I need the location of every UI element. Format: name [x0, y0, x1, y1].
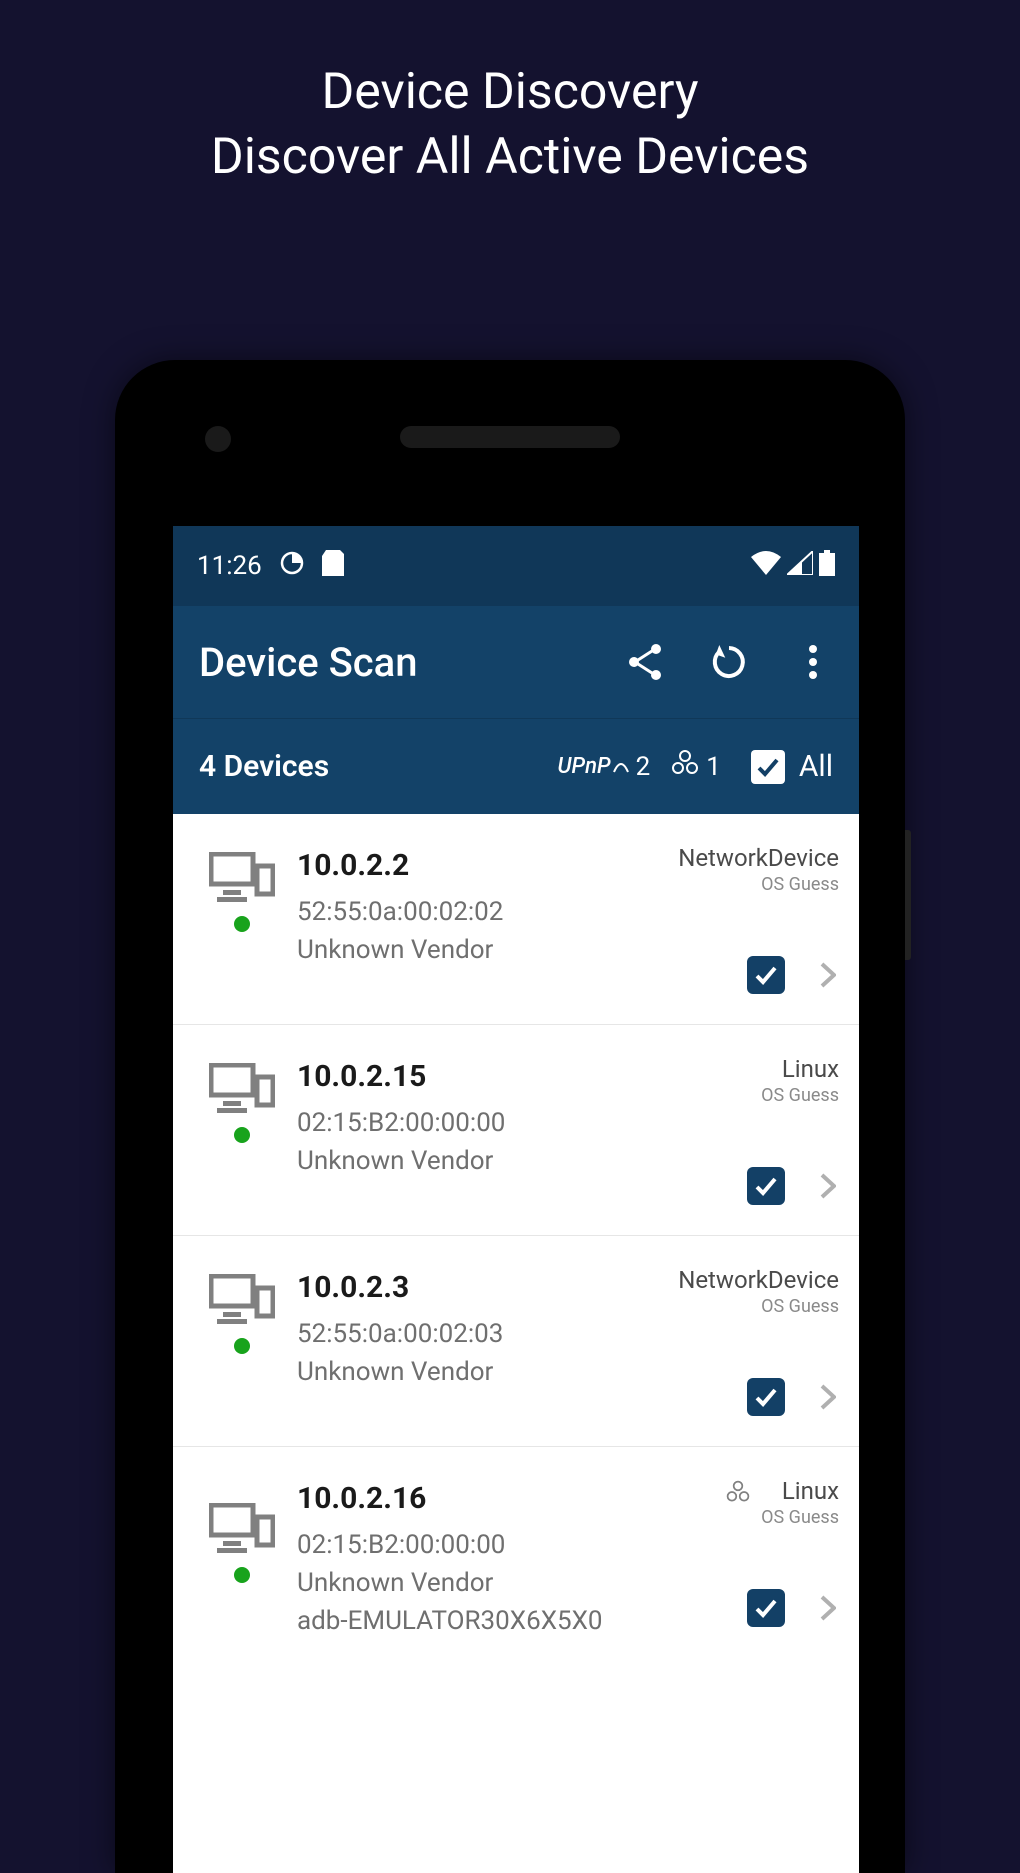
phone-speaker — [400, 426, 620, 448]
bonjour-filter[interactable]: 1 — [670, 748, 721, 785]
device-vendor: Unknown Vendor — [297, 935, 678, 965]
device-vendor: Unknown Vendor — [297, 1146, 747, 1176]
devices-icon — [209, 852, 275, 906]
share-button[interactable] — [625, 642, 665, 682]
check-icon — [752, 961, 780, 989]
device-count-label: 4 Devices — [199, 749, 557, 784]
device-list: 10.0.2.2 52:55:0a:00:02:02 Unknown Vendo… — [173, 814, 859, 1666]
chevron-right-icon[interactable] — [817, 1175, 839, 1197]
device-checkbox[interactable] — [747, 1167, 785, 1205]
devices-icon — [209, 1063, 275, 1117]
devices-icon — [209, 1503, 275, 1557]
signal-icon — [787, 551, 813, 582]
battery-icon — [819, 550, 835, 583]
device-mac: 02:15:B2:00:00:00 — [297, 1530, 725, 1560]
device-hostname: adb-EMULATOR30X6X5X0 — [297, 1606, 725, 1636]
chevron-right-icon[interactable] — [817, 964, 839, 986]
phone-side-button — [905, 830, 911, 960]
check-icon — [755, 754, 781, 780]
device-os: Linux — [761, 1055, 839, 1083]
bonjour-icon — [725, 1479, 751, 1509]
device-vendor: Unknown Vendor — [297, 1357, 678, 1387]
refresh-icon — [711, 644, 747, 680]
device-os: NetworkDevice — [678, 1266, 839, 1294]
chevron-right-icon[interactable] — [817, 1386, 839, 1408]
promo-line2: Discover All Active Devices — [0, 125, 1020, 190]
chevron-right-icon[interactable] — [817, 1597, 839, 1619]
device-ip: 10.0.2.2 — [297, 848, 678, 883]
refresh-button[interactable] — [709, 642, 749, 682]
device-row[interactable]: 10.0.2.2 52:55:0a:00:02:02 Unknown Vendo… — [173, 814, 859, 1025]
promo-title: Device Discovery Discover All Active Dev… — [0, 60, 1020, 190]
device-row[interactable]: 10.0.2.15 02:15:B2:00:00:00 Unknown Vend… — [173, 1025, 859, 1236]
device-os-sub: OS Guess — [678, 874, 839, 895]
device-ip: 10.0.2.3 — [297, 1270, 678, 1305]
device-checkbox[interactable] — [747, 956, 785, 994]
upnp-icon: UPnP — [557, 754, 629, 779]
check-icon — [752, 1594, 780, 1622]
data-saver-icon — [280, 551, 304, 582]
device-os: Linux — [761, 1477, 839, 1505]
app-screen: 11:26 Device — [173, 526, 859, 1873]
device-vendor: Unknown Vendor — [297, 1568, 725, 1598]
promo-line1: Device Discovery — [0, 60, 1020, 125]
upnp-count: 2 — [636, 752, 651, 782]
more-button[interactable] — [793, 642, 833, 682]
online-status-dot — [234, 916, 250, 932]
device-mac: 52:55:0a:00:02:02 — [297, 897, 678, 927]
check-icon — [752, 1383, 780, 1411]
select-all-toggle[interactable]: All — [751, 749, 833, 784]
share-icon — [628, 643, 662, 681]
upnp-filter[interactable]: UPnP 2 — [557, 752, 650, 782]
phone-camera — [205, 426, 231, 452]
online-status-dot — [234, 1127, 250, 1143]
device-os-sub: OS Guess — [678, 1296, 839, 1317]
device-checkbox[interactable] — [747, 1589, 785, 1627]
device-ip: 10.0.2.16 — [297, 1481, 725, 1516]
devices-icon — [209, 1274, 275, 1328]
status-bar: 11:26 — [173, 526, 859, 606]
online-status-dot — [234, 1338, 250, 1354]
more-vert-icon — [809, 645, 817, 679]
select-all-checkbox — [751, 750, 785, 784]
sd-card-icon — [322, 550, 344, 583]
device-ip: 10.0.2.15 — [297, 1059, 747, 1094]
app-bar: Device Scan — [173, 606, 859, 718]
page-title: Device Scan — [199, 639, 418, 686]
filter-bar: 4 Devices UPnP 2 1 — [173, 718, 859, 814]
online-status-dot — [234, 1567, 250, 1583]
bonjour-count: 1 — [706, 752, 721, 782]
device-os: NetworkDevice — [678, 844, 839, 872]
check-icon — [752, 1172, 780, 1200]
status-time: 11:26 — [197, 551, 262, 581]
bonjour-icon — [670, 748, 700, 785]
select-all-label: All — [799, 749, 833, 784]
device-row[interactable]: 10.0.2.3 52:55:0a:00:02:03 Unknown Vendo… — [173, 1236, 859, 1447]
device-mac: 02:15:B2:00:00:00 — [297, 1108, 747, 1138]
device-mac: 52:55:0a:00:02:03 — [297, 1319, 678, 1349]
device-os-sub: OS Guess — [761, 1507, 839, 1528]
device-os-sub: OS Guess — [761, 1085, 839, 1106]
device-row[interactable]: 10.0.2.16 02:15:B2:00:00:00 Unknown Vend… — [173, 1447, 859, 1666]
phone-frame: 11:26 Device — [115, 360, 905, 1873]
wifi-icon — [751, 551, 781, 582]
device-checkbox[interactable] — [747, 1378, 785, 1416]
